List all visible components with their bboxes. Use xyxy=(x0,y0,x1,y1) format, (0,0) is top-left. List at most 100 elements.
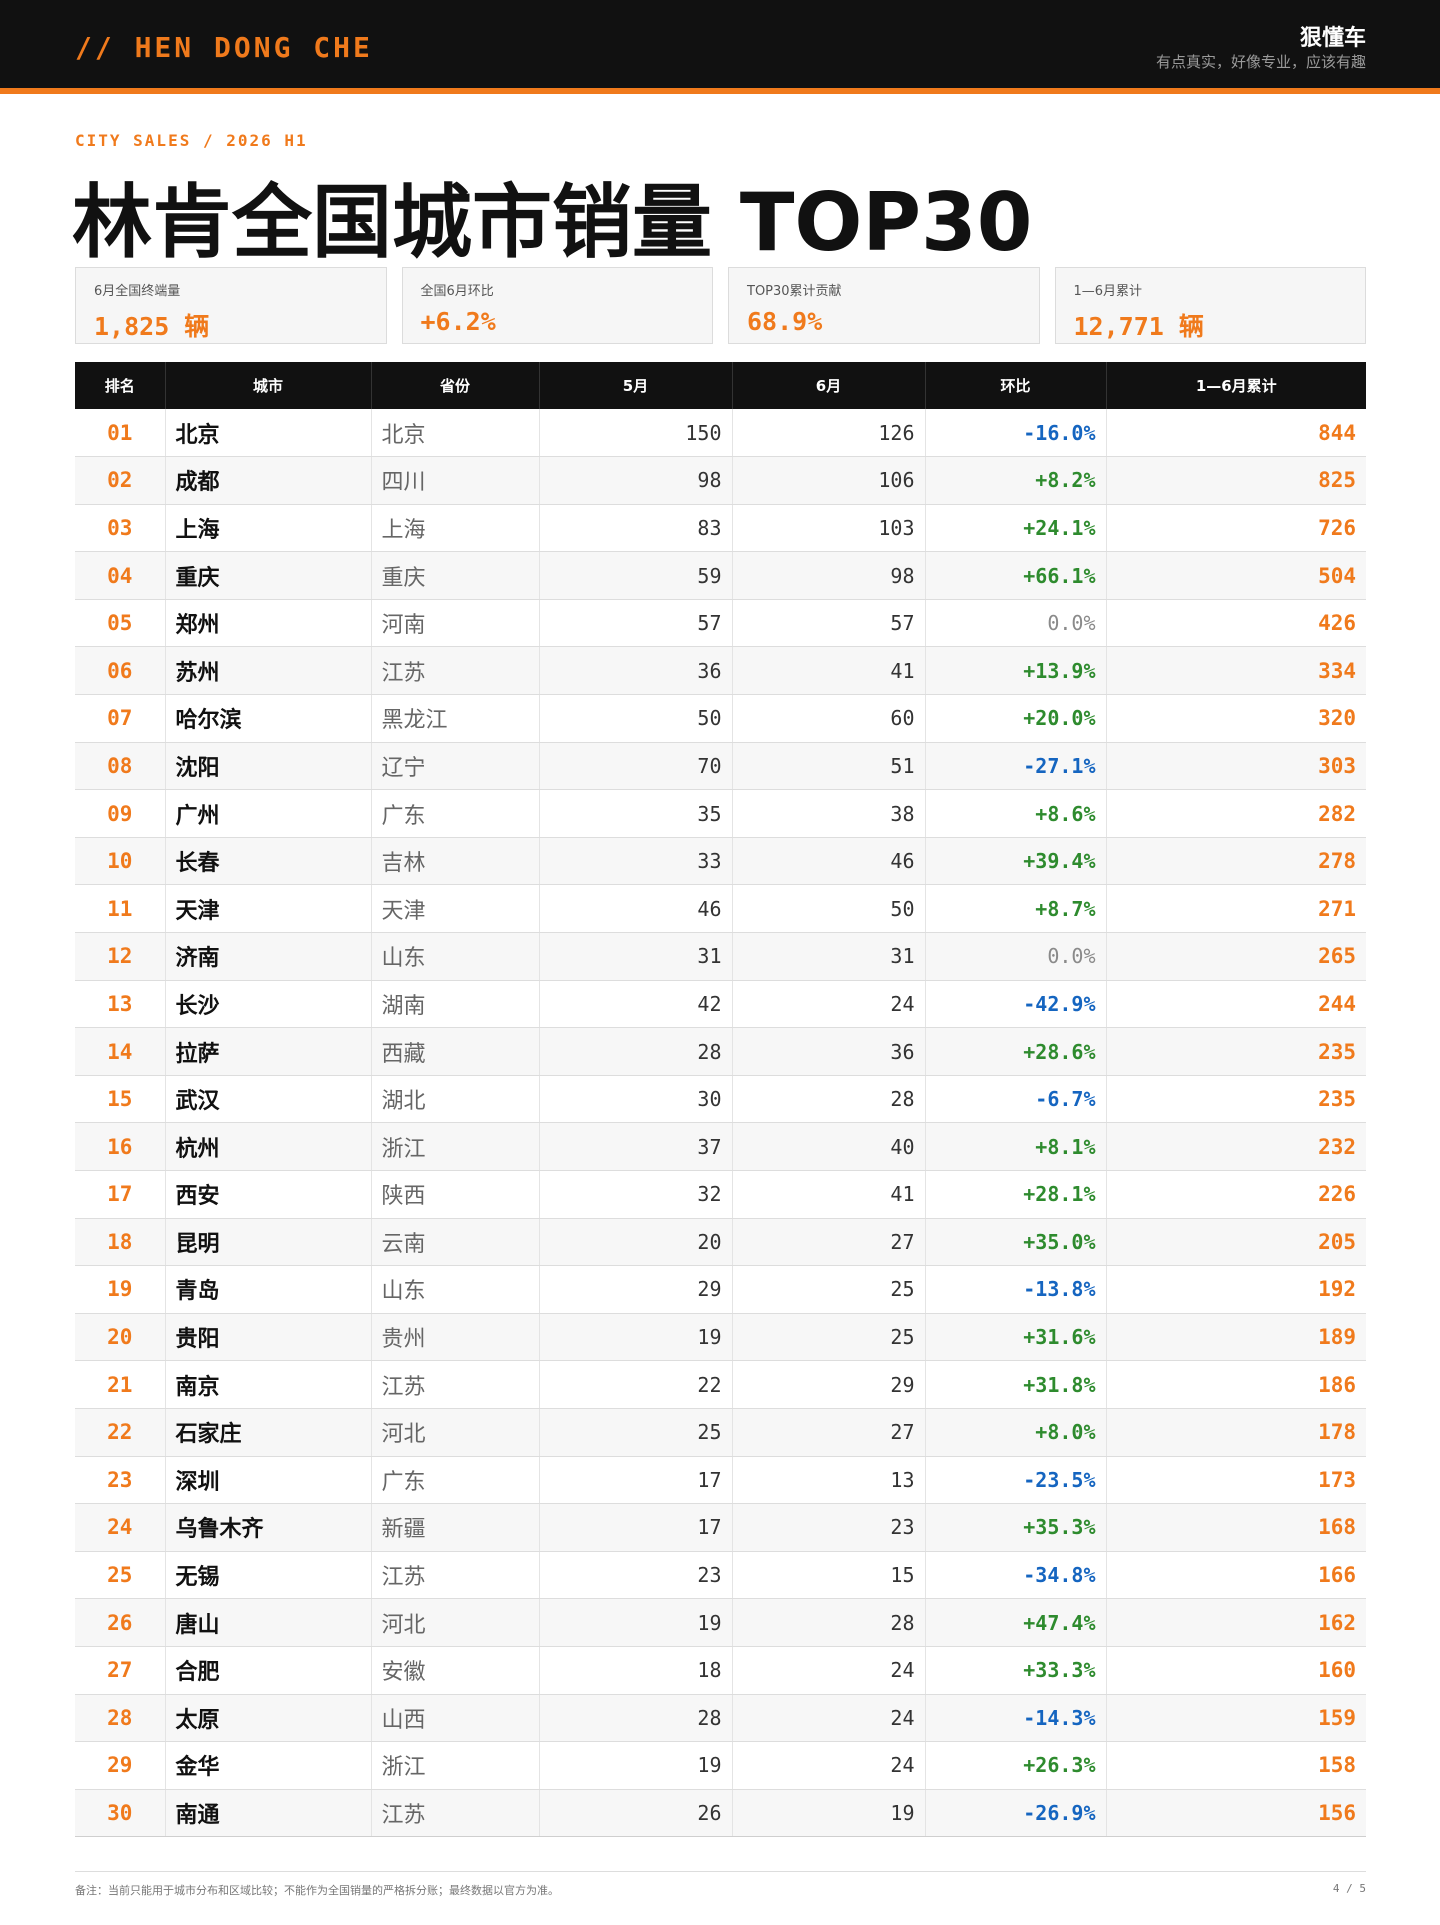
summary-card-ytd: 1—6月累计 12,771 辆 xyxy=(1054,267,1366,344)
cell-rank: 23 xyxy=(75,1456,166,1505)
cell-cumulative: 426 xyxy=(1106,599,1366,648)
cell-cumulative: 205 xyxy=(1106,1218,1366,1267)
table-row: 20 贵阳 贵州 19 25 +31.6% 189 xyxy=(75,1313,1366,1362)
table-row: 16 杭州 浙江 37 40 +8.1% 232 xyxy=(75,1122,1366,1171)
table-row: 28 太原 山西 28 24 -14.3% 159 xyxy=(75,1694,1366,1743)
cell-rank: 01 xyxy=(75,409,166,458)
table-row: 10 长春 吉林 33 46 +39.4% 278 xyxy=(75,837,1366,886)
cell-june: 25 xyxy=(732,1313,926,1362)
cell-change: -42.9% xyxy=(925,980,1107,1029)
cell-province: 西藏 xyxy=(371,1027,540,1076)
cell-change: -13.8% xyxy=(925,1265,1107,1314)
cell-may: 30 xyxy=(539,1075,733,1124)
cell-change: +28.6% xyxy=(925,1027,1107,1076)
cell-cumulative: 186 xyxy=(1106,1360,1366,1409)
cell-province: 广东 xyxy=(371,789,540,838)
cell-cumulative: 158 xyxy=(1106,1741,1366,1790)
cell-june: 38 xyxy=(732,789,926,838)
cell-cumulative: 178 xyxy=(1106,1408,1366,1457)
table-row: 06 苏州 江苏 36 41 +13.9% 334 xyxy=(75,646,1366,696)
table-row: 07 哈尔滨 黑龙江 50 60 +20.0% 320 xyxy=(75,694,1366,743)
cell-may: 70 xyxy=(539,742,733,791)
cell-cumulative: 825 xyxy=(1106,456,1366,505)
cell-may: 98 xyxy=(539,456,733,505)
cell-rank: 08 xyxy=(75,742,166,791)
table-row: 24 乌鲁木齐 新疆 17 23 +35.3% 168 xyxy=(75,1503,1366,1552)
cell-rank: 16 xyxy=(75,1122,166,1171)
cell-change: +33.3% xyxy=(925,1646,1107,1695)
cell-province: 山西 xyxy=(371,1694,540,1743)
cell-rank: 25 xyxy=(75,1551,166,1600)
card-label: 全国6月环比 xyxy=(420,284,494,299)
cell-may: 29 xyxy=(539,1265,733,1314)
cell-city: 武汉 xyxy=(165,1075,372,1124)
cell-june: 57 xyxy=(732,599,926,648)
cell-cumulative: 282 xyxy=(1106,789,1366,838)
header-may: 5月 xyxy=(539,362,733,409)
cell-change: +26.3% xyxy=(925,1741,1107,1790)
table-row: 27 合肥 安徽 18 24 +33.3% 160 xyxy=(75,1646,1366,1695)
cell-change: 0.0% xyxy=(925,599,1107,648)
cell-june: 28 xyxy=(732,1598,926,1647)
table-row: 12 济南 山东 31 31 0.0% 265 xyxy=(75,932,1366,981)
cell-city: 唐山 xyxy=(165,1598,372,1647)
section-kicker: CITY SALES / 2026 H1 xyxy=(75,131,308,150)
table-header-row: 排名 城市 省份 5月 6月 环比 1—6月累计 xyxy=(75,362,1366,409)
table-row: 04 重庆 重庆 59 98 +66.1% 504 xyxy=(75,551,1366,600)
cell-may: 26 xyxy=(539,1789,733,1838)
cell-may: 150 xyxy=(539,409,733,458)
cell-rank: 09 xyxy=(75,789,166,838)
cell-change: +8.1% xyxy=(925,1122,1107,1171)
cell-june: 36 xyxy=(732,1027,926,1076)
cell-change: -23.5% xyxy=(925,1456,1107,1505)
cell-cumulative: 226 xyxy=(1106,1170,1366,1219)
cell-province: 河北 xyxy=(371,1598,540,1647)
cell-may: 46 xyxy=(539,884,733,934)
cell-rank: 30 xyxy=(75,1789,166,1838)
footnote: 备注：当前只能用于城市分布和区域比较；不能作为全国销量的严格拆分账；最终数据以官… xyxy=(75,1884,559,1897)
table-row: 03 上海 上海 83 103 +24.1% 726 xyxy=(75,504,1366,553)
cell-city: 合肥 xyxy=(165,1646,372,1695)
cell-june: 28 xyxy=(732,1075,926,1124)
cell-may: 33 xyxy=(539,837,733,886)
cell-june: 106 xyxy=(732,456,926,505)
cell-province: 江苏 xyxy=(371,1789,540,1838)
cell-may: 17 xyxy=(539,1456,733,1505)
cell-province: 重庆 xyxy=(371,551,540,600)
cell-change: -14.3% xyxy=(925,1694,1107,1743)
cell-june: 24 xyxy=(732,980,926,1029)
cell-city: 南通 xyxy=(165,1789,372,1838)
cell-cumulative: 265 xyxy=(1106,932,1366,981)
cell-rank: 26 xyxy=(75,1598,166,1647)
cell-city: 石家庄 xyxy=(165,1408,372,1457)
cell-change: +8.6% xyxy=(925,789,1107,838)
top-bar: // HEN DONG CHE 狠懂车 有点真实，好像专业，应该有趣 xyxy=(0,0,1440,94)
table-row: 25 无锡 江苏 23 15 -34.8% 166 xyxy=(75,1551,1366,1600)
cell-city: 杭州 xyxy=(165,1122,372,1171)
cell-may: 28 xyxy=(539,1694,733,1743)
table-row: 22 石家庄 河北 25 27 +8.0% 178 xyxy=(75,1408,1366,1457)
cell-change: +13.9% xyxy=(925,646,1107,696)
cell-may: 32 xyxy=(539,1170,733,1219)
cell-may: 42 xyxy=(539,980,733,1029)
cell-change: +66.1% xyxy=(925,551,1107,600)
summary-card-june-total: 6月全国终端量 1,825 辆 xyxy=(75,267,387,344)
brand-tagline: 有点真实，好像专业，应该有趣 xyxy=(1155,53,1366,71)
table-row: 08 沈阳 辽宁 70 51 -27.1% 303 xyxy=(75,742,1366,791)
header-june: 6月 xyxy=(732,362,926,409)
cell-rank: 03 xyxy=(75,504,166,553)
cell-province: 北京 xyxy=(371,409,540,458)
brand-name: 狠懂车 xyxy=(1299,26,1366,51)
cell-june: 24 xyxy=(732,1694,926,1743)
cell-province: 广东 xyxy=(371,1456,540,1505)
cell-city: 长沙 xyxy=(165,980,372,1029)
cell-rank: 12 xyxy=(75,932,166,981)
cell-rank: 11 xyxy=(75,884,166,934)
cell-rank: 02 xyxy=(75,456,166,505)
cell-province: 陕西 xyxy=(371,1170,540,1219)
cell-rank: 15 xyxy=(75,1075,166,1124)
cell-province: 河南 xyxy=(371,599,540,648)
cell-rank: 21 xyxy=(75,1360,166,1409)
cell-june: 41 xyxy=(732,1170,926,1219)
cell-city: 南京 xyxy=(165,1360,372,1409)
